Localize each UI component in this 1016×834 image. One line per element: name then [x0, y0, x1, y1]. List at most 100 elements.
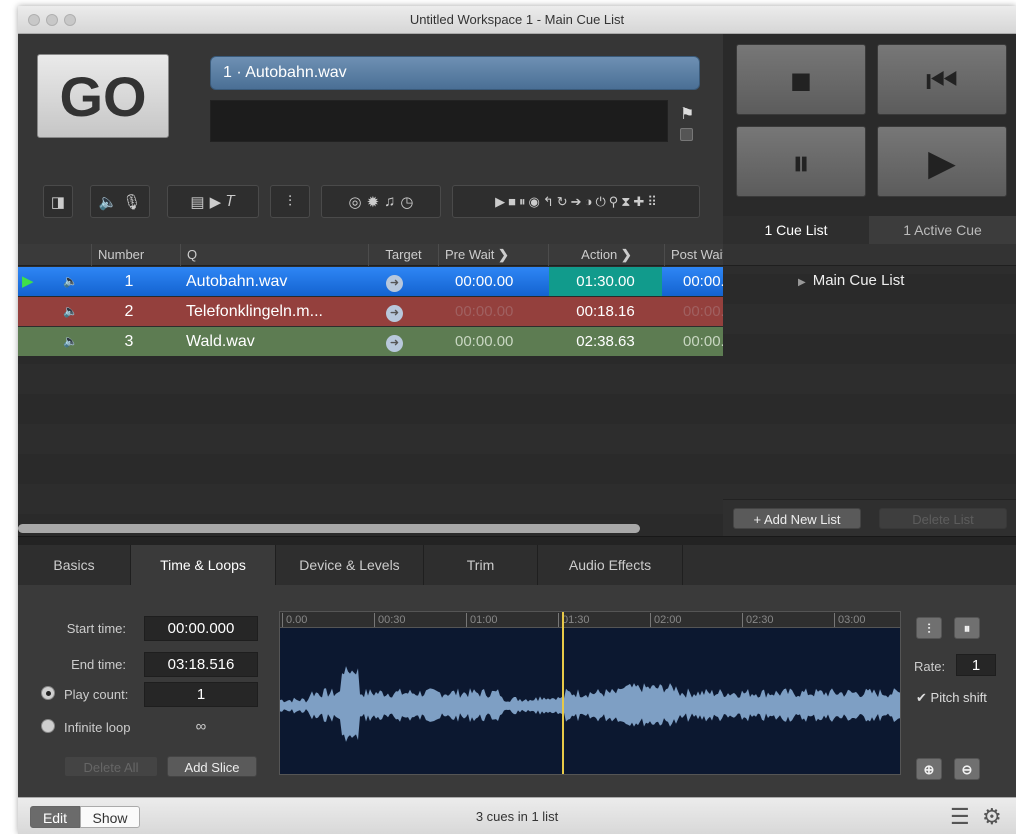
end-time-field[interactable]: 03:18.516	[144, 652, 258, 677]
action-time[interactable]: 00:18.16	[549, 297, 662, 326]
add-slice-button[interactable]: Add Slice	[167, 756, 257, 777]
zoom-window-button[interactable]	[64, 14, 76, 26]
memo-cue-icon[interactable]: ✚	[633, 194, 644, 210]
infinite-loop-radio[interactable]	[41, 719, 55, 733]
mic-cue-icon[interactable]: 🎙	[122, 193, 141, 211]
pitch-shift-checkbox[interactable]: ✔ Pitch shift	[916, 690, 987, 706]
reset-cue-icon[interactable]: ↰	[543, 194, 554, 210]
start-time-field[interactable]: 00:00.000	[144, 616, 258, 641]
group-cue-icon[interactable]: ◨	[51, 193, 65, 211]
col-q[interactable]: Q	[180, 244, 368, 266]
add-new-list-button[interactable]: + Add New List	[733, 508, 861, 529]
prewait-time[interactable]: 00:00.00	[455, 267, 555, 296]
prewait-time[interactable]: 00:00.00	[455, 327, 555, 356]
postwait-time[interactable]: 00:00.00	[683, 297, 723, 326]
load-cue-icon[interactable]: ◉	[529, 194, 540, 210]
cue-number[interactable]: 3	[115, 327, 143, 356]
slice-marker[interactable]	[562, 612, 564, 774]
camera-cue-icon[interactable]: ▶	[210, 193, 222, 211]
rate-field[interactable]: 1	[956, 654, 996, 676]
disarm-cue-icon[interactable]: ⚲	[609, 194, 619, 210]
resume-button[interactable]: ▶	[877, 126, 1007, 197]
arm-cue-icon[interactable]: ⏻	[595, 194, 605, 210]
inspector-tab[interactable]: Trim	[424, 545, 538, 585]
inspector-tab[interactable]: Basics	[18, 545, 131, 585]
timecode-cue-icon[interactable]: ◷	[400, 193, 413, 211]
horizontal-scrollbar[interactable]	[18, 524, 640, 533]
toolbar-group-control[interactable]: ◎ ✹ ♫ ◷	[321, 185, 441, 218]
waveform-view[interactable]: 0.00 00:30 01:00 01:30 02:00 02:30 03:00	[279, 611, 901, 775]
wait-cue-icon[interactable]: ⧗	[621, 194, 630, 210]
cue-list-item[interactable]: ▶ Main Cue List	[798, 272, 904, 289]
cue-name[interactable]: Wald.wav	[186, 327, 364, 356]
pause-all-button[interactable]: ⏸	[736, 126, 866, 197]
cue-name[interactable]: Autobahn.wav	[186, 267, 364, 296]
cue-number[interactable]: 2	[115, 297, 143, 326]
list-icon[interactable]: ☰	[950, 804, 970, 830]
gear-icon[interactable]: ⚙	[982, 804, 1002, 830]
toolbar-group-light[interactable]: ⫶	[270, 185, 310, 218]
pause-cue-icon[interactable]: ⏸	[519, 194, 526, 210]
go-button[interactable]: GO	[37, 54, 169, 138]
pause-preview-icon[interactable]: ⏸	[954, 617, 980, 639]
play-count-radio[interactable]	[41, 686, 55, 700]
delete-all-button[interactable]: Delete All	[64, 756, 158, 777]
col-postwait[interactable]: Post Wait	[664, 244, 723, 266]
delete-list-button[interactable]: Delete List	[879, 508, 1007, 529]
flag-checkbox[interactable]	[680, 128, 693, 141]
toolbar-group-audio[interactable]: 🔈 🎙	[90, 185, 150, 218]
light-cue-icon[interactable]: ⫶	[288, 193, 292, 210]
midi-cue-icon[interactable]: ♫	[384, 193, 395, 210]
action-time[interactable]: 02:38.63	[549, 327, 662, 356]
target-icon[interactable]: ➜	[386, 267, 414, 296]
disclosure-arrow-icon[interactable]: ▶	[798, 277, 806, 288]
cue-number[interactable]: 1	[115, 267, 143, 296]
col-number[interactable]: Number	[91, 244, 179, 266]
goto-cue-icon[interactable]: ➔	[571, 194, 582, 210]
video-cue-icon[interactable]: ▤	[190, 193, 204, 211]
stop-all-button[interactable]: ■	[736, 44, 866, 115]
network-cue-icon[interactable]: ✹	[367, 193, 380, 211]
target-icon[interactable]: ➜	[386, 327, 414, 356]
toolbar-group-group[interactable]: ◨	[43, 185, 73, 218]
target-icon[interactable]: ➜	[386, 297, 414, 326]
col-prewait[interactable]: Pre Wait ❯	[438, 244, 548, 266]
start-cue-icon[interactable]: ▶	[495, 194, 505, 210]
inspector-tab[interactable]: Audio Effects	[538, 545, 683, 585]
play-count-field[interactable]: 1	[144, 682, 258, 707]
table-row[interactable]: 🔈 2 Telefonklingeln.m... ➜ 00:00.00 00:18.16 0…	[18, 297, 723, 326]
zoom-in-icon[interactable]: ⊕	[916, 758, 942, 780]
split-divider[interactable]	[18, 536, 1016, 545]
standby-cue-name[interactable]: 1 · Autobahn.wav	[210, 56, 700, 90]
prewait-time[interactable]: 00:00.00	[455, 297, 555, 326]
stop-cue-icon[interactable]: ■	[508, 194, 516, 209]
postwait-time[interactable]: 00:00.00	[683, 327, 723, 356]
table-row[interactable]: 🔈3Wald.wav➜00:00.0002:38.6300:00.00	[18, 327, 723, 356]
levels-icon[interactable]: ⫶	[916, 617, 942, 639]
table-row[interactable]: ▶🔈1Autobahn.wav➜00:00.0001:30.0000:00.00	[18, 267, 723, 296]
text-cue-icon[interactable]: 𝑇	[226, 193, 235, 210]
window-title: Untitled Workspace 1 - Main Cue List	[409, 12, 625, 27]
toolbar-group-video[interactable]: ▤ ▶ 𝑇	[167, 185, 259, 218]
flag-icon[interactable]: ⚑	[680, 104, 694, 124]
postwait-time[interactable]: 00:00.00	[683, 267, 723, 296]
fade-cue-icon[interactable]: ◎	[348, 193, 361, 211]
tab-cue-lists[interactable]: 1 Cue List	[723, 216, 869, 244]
tab-active-cues[interactable]: 1 Active Cue	[869, 216, 1016, 244]
rewind-button[interactable]: ⏮	[877, 44, 1007, 115]
target-cue-icon[interactable]: ◑	[585, 194, 593, 209]
inspector-tab[interactable]: Device & Levels	[276, 545, 424, 585]
action-time[interactable]: 01:30.00	[549, 267, 662, 296]
cue-notes-field[interactable]	[210, 100, 668, 142]
devamp-cue-icon[interactable]: ↻	[557, 194, 568, 210]
cue-name[interactable]: Telefonklingeln.m...	[186, 297, 364, 326]
audio-cue-icon[interactable]: 🔈	[99, 193, 118, 211]
inspector-tab[interactable]: Time & Loops	[131, 545, 276, 585]
col-action[interactable]: Action ❯	[548, 244, 664, 266]
close-window-button[interactable]	[28, 14, 40, 26]
minimize-window-button[interactable]	[46, 14, 58, 26]
col-target[interactable]: Target	[368, 244, 438, 266]
toolbar-group-actions[interactable]: ▶ ■ ⏸ ◉ ↰ ↻ ➔ ◑ ⏻ ⚲ ⧗ ✚ ⠿	[452, 185, 700, 218]
zoom-out-icon[interactable]: ⊖	[954, 758, 980, 780]
script-cue-icon[interactable]: ⠿	[647, 194, 657, 210]
